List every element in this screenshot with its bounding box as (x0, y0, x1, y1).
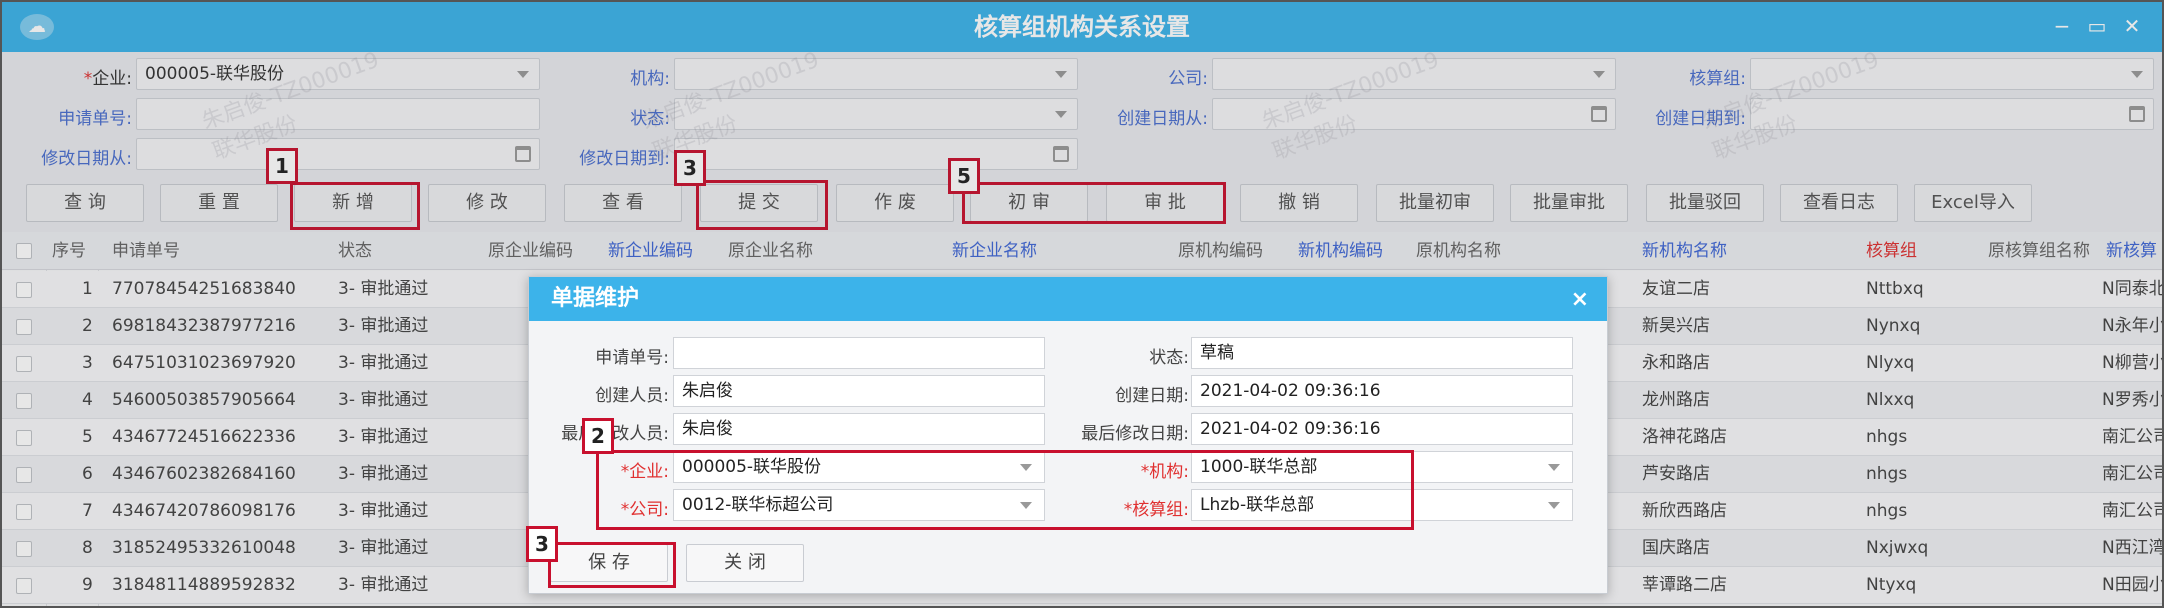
create-date-label: 创建日期: (1115, 386, 1189, 406)
create-date-field: 2021-04-02 09:36:16 (1191, 375, 1573, 407)
annotation-box-required-fields (596, 450, 1414, 530)
last-modifier-field: 朱启俊 (673, 413, 1045, 445)
app-window: ☁ 核算组机构关系设置 − ▭ ✕ *企业: 000005-联华股份 机构: 公… (0, 0, 2164, 608)
dialog-title: 单据维护 (551, 286, 640, 311)
creator-label: 创建人员: (595, 386, 669, 406)
apply-no-input[interactable] (673, 337, 1045, 369)
last-modify-date-label: 最后修改日期: (1081, 424, 1189, 444)
status-field: 草稿 (1191, 337, 1573, 369)
last-modify-date-field: 2021-04-02 09:36:16 (1191, 413, 1573, 445)
dialog-header: 单据维护 × (529, 277, 1607, 321)
chevron-down-icon (1548, 464, 1560, 471)
chevron-down-icon (1548, 502, 1560, 509)
annotation-number: 3 (526, 526, 558, 562)
close-dialog-button[interactable]: 关 闭 (686, 544, 804, 582)
status-label: 状态: (1149, 348, 1189, 368)
annotation-box-save (548, 542, 676, 588)
creator-field: 朱启俊 (673, 375, 1045, 407)
apply-no-label: 申请单号: (595, 348, 669, 368)
annotation-number: 2 (582, 418, 614, 454)
close-icon[interactable]: × (1571, 277, 1589, 323)
